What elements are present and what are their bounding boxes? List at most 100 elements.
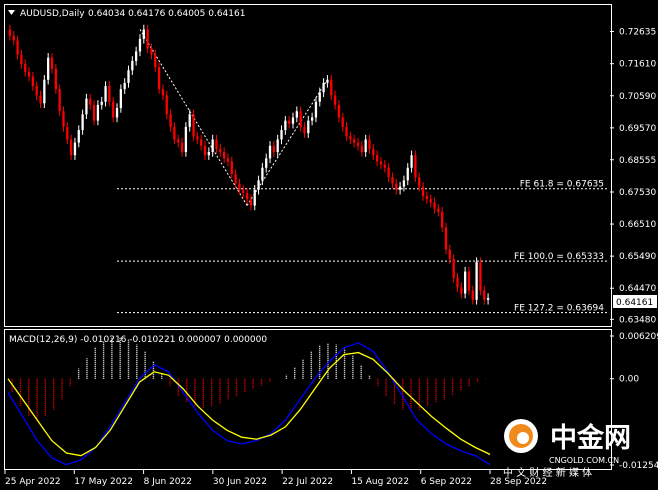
candle-body: [444, 227, 448, 250]
candle-body: [27, 71, 31, 77]
fib-level-label: FE 127.2 = 0.63694: [514, 304, 604, 314]
candle-body: [272, 145, 276, 153]
chart-canvas[interactable]: FE 61.8 = 0.67635 FE 100.0 = 0.65333 FE 12…: [0, 0, 658, 490]
candle-body: [425, 196, 429, 200]
candle-body: [8, 29, 12, 36]
candle-body: [211, 139, 214, 153]
fib-level-label: FE 61.8 = 0.67635: [520, 180, 604, 190]
macd-lines: [7, 342, 491, 466]
fibonacci-lines: FE 61.8 = 0.67635 FE 100.0 = 0.65333 FE 12…: [117, 180, 608, 314]
candle-body: [303, 126, 306, 134]
candle-body: [135, 51, 138, 61]
candle-body: [173, 126, 176, 140]
symbol-label: AUDUSD,Daily: [20, 9, 85, 19]
candle-body: [142, 29, 145, 39]
candle-body: [333, 95, 337, 105]
candle-body: [123, 82, 126, 90]
price-tick-label: 0.71610: [619, 60, 656, 70]
candle-body: [467, 271, 471, 291]
candle-body: [77, 130, 80, 143]
candle-body: [226, 158, 230, 162]
candle-body: [100, 101, 103, 105]
candle-body: [406, 167, 409, 181]
candle-body: [284, 120, 287, 131]
candle-body: [448, 249, 451, 259]
time-axis: 25 Apr 2022 17 May 2022 8 Jun 2022 30 Jun 2…: [4, 470, 547, 487]
candle-body: [119, 89, 122, 109]
candle-body: [429, 199, 432, 203]
price-tick-label: 0.68555: [619, 156, 656, 166]
candle-body: [234, 174, 237, 184]
candle-body: [268, 145, 272, 159]
time-tick-label: 6 Sep 2022: [421, 477, 472, 487]
candle-body: [127, 70, 130, 83]
candle-body: [230, 161, 233, 175]
candle-body: [337, 104, 341, 118]
macd-tick-label: -0.012547: [619, 461, 658, 471]
candle-body: [372, 148, 375, 156]
logo-inner: [517, 432, 529, 444]
candle-body: [242, 189, 245, 193]
candle-body: [16, 40, 19, 55]
candle-body: [257, 180, 260, 190]
price-axis: 0.72635 0.71610 0.70590 0.69570 0.68555 0.675…: [610, 27, 656, 325]
price-tick-label: 0.63480: [619, 315, 656, 325]
watermark-slogan: 中 文 财 经 新 媒 体: [503, 466, 592, 479]
candle-body: [146, 29, 149, 49]
candle-body: [192, 114, 195, 137]
candle-body: [483, 290, 486, 300]
candle-body: [356, 142, 360, 146]
price-panel-border: [4, 4, 612, 327]
candle-body: [326, 79, 329, 83]
candle-body: [452, 258, 455, 278]
candle-body: [215, 139, 218, 149]
price-tick-label: 0.66510: [619, 220, 656, 230]
candle-body: [322, 82, 325, 93]
candle-body: [280, 130, 283, 140]
candle-body: [421, 186, 425, 197]
candle-body: [157, 67, 161, 90]
candle-body: [376, 155, 379, 162]
macd-tick-label: 0.006209: [619, 332, 658, 342]
candle-body: [379, 161, 383, 165]
candle-body: [89, 98, 92, 105]
macd-header: MACD(12,26,9) -0.010216 -0.010221 0.0000…: [9, 335, 267, 345]
time-tick-label: 22 Jul 2022: [282, 477, 333, 487]
candle-body: [108, 86, 111, 102]
candle-body: [31, 76, 35, 87]
candle-body: [276, 139, 279, 153]
candle-body: [54, 68, 57, 90]
triangle-down-icon[interactable]: [8, 10, 15, 15]
candle-body: [291, 117, 295, 124]
price-tick-label: 0.72635: [619, 27, 656, 37]
ohlc-values: 0.64034 0.64176 0.64005 0.64161: [88, 9, 245, 19]
time-tick-label: 25 Apr 2022: [5, 477, 61, 487]
candle-body: [196, 136, 199, 140]
candle-body: [402, 180, 406, 187]
candle-body: [245, 192, 249, 200]
candle-body: [456, 277, 459, 288]
candle-body: [387, 167, 390, 178]
candle-body: [249, 199, 253, 206]
candle-body: [410, 155, 413, 168]
candle-body: [150, 48, 153, 55]
candle-body: [314, 101, 318, 118]
candle-body: [203, 145, 207, 156]
candle-body: [486, 297, 490, 300]
watermark-brand: 中金网: [550, 422, 631, 454]
candle-body: [345, 126, 348, 137]
candle-body: [85, 98, 88, 115]
candle-body: [299, 111, 302, 127]
time-tick-label: 30 Jun 2022: [213, 477, 267, 487]
candle-body: [441, 211, 444, 228]
candle-body: [188, 114, 191, 127]
candle-body: [383, 164, 386, 168]
dropdown-arrow[interactable]: [8, 10, 15, 15]
candle-body: [200, 139, 203, 146]
watermark-domain: CNGOLD.COM.CN: [549, 456, 619, 465]
candle-body: [24, 64, 27, 72]
candle-body: [47, 57, 50, 80]
candle-body: [62, 111, 65, 127]
candle-body: [318, 92, 321, 102]
candle-body: [131, 60, 134, 71]
